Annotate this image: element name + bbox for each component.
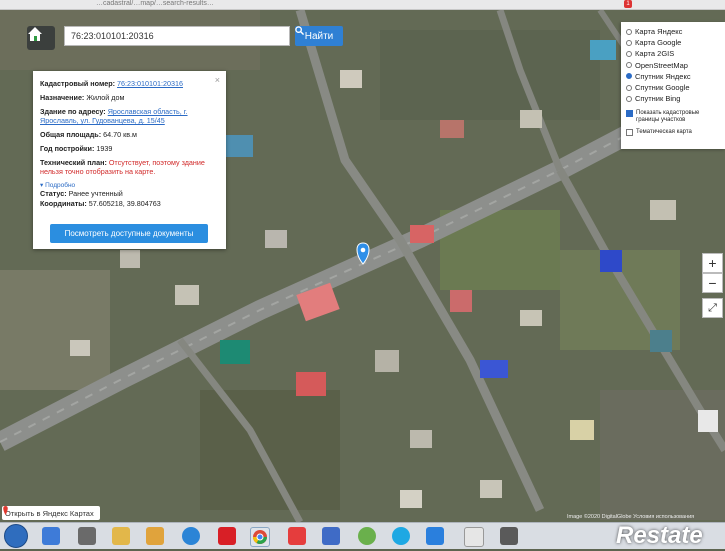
year-value: 1939: [96, 144, 113, 153]
browser-url[interactable]: …cadastral/…map/…search-results…: [96, 0, 356, 8]
search-button-label: Найти: [304, 30, 334, 42]
year-label: Год постройки:: [40, 144, 95, 153]
layer-option-bing-satellite[interactable]: Спутник Bing: [626, 93, 720, 104]
status-value: Ранее учтенный: [68, 189, 123, 198]
radio-icon: [626, 50, 632, 57]
technical-plan-label: Технический план:: [40, 158, 107, 167]
file-explorer-icon[interactable]: [112, 527, 130, 545]
radio-icon: [626, 62, 632, 69]
zoom-out-button[interactable]: −: [702, 273, 723, 293]
pdf-reader-icon[interactable]: [288, 527, 306, 545]
restate-watermark: Restate: [616, 522, 703, 549]
map-copyright: Image ©2020 DigitalGlobe Условия использ…: [567, 514, 695, 520]
layer-option-yandex-satellite[interactable]: Спутник Яндекс: [626, 71, 720, 82]
radio-icon: [626, 28, 632, 35]
layer-option-label: Карта Google: [635, 38, 682, 48]
layer-option-label: Карта Яндекс: [635, 27, 683, 37]
browser-address-strip: …cadastral/…map/…search-results… 1: [0, 0, 725, 10]
status-row: Статус: Ранее учтенный: [40, 189, 219, 198]
thematic-map-label: Тематическая карта: [636, 129, 692, 136]
map-layer-switcher: Карта Яндекс Карта Google Карта 2GIS Ope…: [621, 22, 725, 149]
layer-option-label: OpenStreetMap: [635, 60, 688, 70]
coordinates-row: Координаты: 57.605218, 39.804763: [40, 199, 219, 208]
notepad-icon[interactable]: [464, 527, 484, 547]
coordinates-label: Координаты:: [40, 199, 87, 208]
radio-icon: [626, 95, 632, 102]
messenger-icon[interactable]: [322, 527, 340, 545]
close-icon[interactable]: ×: [215, 75, 220, 85]
area-label: Общая площадь:: [40, 130, 102, 139]
satellite-map[interactable]: 76:23:010101:20316 Найти × Кадастровый н…: [0, 10, 725, 522]
layer-option-label: Спутник Google: [635, 83, 690, 93]
technical-plan-row: Технический план: Отсутствует, поэтому з…: [40, 158, 219, 176]
skype-icon[interactable]: [392, 527, 410, 545]
cadastral-number-row: Кадастровый номер: 76:23:010101:20316: [40, 79, 219, 88]
archive-app-icon[interactable]: [146, 527, 164, 545]
area-value: 64.70 кв.м: [103, 130, 137, 139]
checkbox-icon: [626, 129, 633, 137]
area-row: Общая площадь: 64.70 кв.м: [40, 130, 219, 139]
address-label: Здание по адресу:: [40, 107, 106, 116]
open-in-yandex-maps-label: Открыть в Яндекс Картах: [5, 508, 94, 518]
notification-badge[interactable]: 1: [624, 0, 632, 8]
home-button[interactable]: [27, 26, 55, 50]
layer-option-openstreetmap[interactable]: OpenStreetMap: [626, 60, 720, 71]
purpose-row: Назначение: Жилой дом: [40, 93, 219, 102]
cadastral-number-label: Кадастровый номер:: [40, 79, 116, 88]
details-link[interactable]: Подробно: [45, 182, 75, 189]
internet-explorer-icon[interactable]: [182, 527, 200, 545]
zoom-in-button[interactable]: +: [702, 253, 723, 273]
media-player-icon[interactable]: [78, 527, 96, 545]
dropbox-icon[interactable]: [426, 527, 444, 545]
radio-icon: [626, 39, 632, 46]
show-boundaries-label: Показать кадастровые границы участков: [636, 110, 700, 124]
layer-option-2gis-map[interactable]: Карта 2GIS: [626, 48, 720, 59]
property-info-panel: × Кадастровый номер: 76:23:010101:20316 …: [33, 71, 226, 249]
search-button[interactable]: Найти: [295, 26, 343, 46]
radio-icon: [626, 84, 632, 91]
status-label: Статус:: [40, 189, 67, 198]
year-row: Год постройки: 1939: [40, 144, 219, 153]
address-row: Здание по адресу: Ярославская область, г…: [40, 107, 219, 125]
search-icon: [295, 26, 304, 35]
coordinates-value: 57.605218, 39.804763: [88, 199, 161, 208]
layer-option-label: Карта 2GIS: [635, 49, 675, 59]
show-boundaries-checkbox[interactable]: Показать кадастровые границы участков: [626, 110, 720, 124]
purpose-value: Жилой дом: [86, 93, 125, 102]
layer-option-google-map[interactable]: Карта Google: [626, 37, 720, 48]
cadastral-search-input[interactable]: 76:23:010101:20316: [64, 26, 290, 46]
fullscreen-button[interactable]: ⤢: [702, 298, 723, 318]
cadastral-number-link[interactable]: 76:23:010101:20316: [117, 79, 183, 88]
start-button[interactable]: [4, 524, 28, 548]
media-app-icon[interactable]: [358, 527, 376, 545]
chrome-logo-icon: [253, 530, 267, 544]
yandex-browser-icon[interactable]: [218, 527, 236, 545]
view-documents-button[interactable]: Посмотреть доступные документы: [50, 224, 208, 243]
home-icon: [28, 27, 42, 41]
map-pin-icon: [3, 506, 8, 515]
radio-selected-icon: [626, 73, 632, 80]
snipping-tool-icon[interactable]: [500, 527, 518, 545]
open-in-yandex-maps-button[interactable]: Открыть в Яндекс Картах: [2, 506, 100, 520]
purpose-label: Назначение:: [40, 93, 85, 102]
layer-option-google-satellite[interactable]: Спутник Google: [626, 82, 720, 93]
layer-option-label: Спутник Bing: [635, 94, 681, 104]
thematic-map-checkbox[interactable]: Тематическая карта: [626, 129, 720, 137]
checkbox-checked-icon: [626, 110, 633, 118]
details-toggle[interactable]: ▾ Подробно: [40, 181, 219, 189]
speaker-app-icon[interactable]: [42, 527, 60, 545]
chevron-down-icon: ▾: [40, 182, 44, 189]
layer-option-label: Спутник Яндекс: [635, 71, 691, 81]
layer-option-yandex-map[interactable]: Карта Яндекс: [626, 26, 720, 37]
chrome-icon[interactable]: [250, 527, 270, 547]
